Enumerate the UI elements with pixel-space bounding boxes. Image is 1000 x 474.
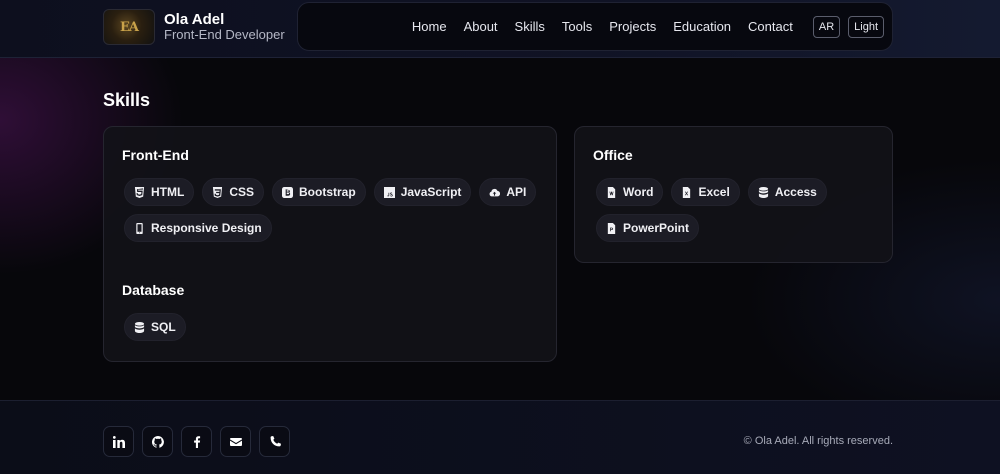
css3-icon (213, 186, 223, 198)
skill-chip-label: PowerPoint (623, 221, 690, 235)
nav-education[interactable]: Education (673, 19, 731, 34)
javascript-icon (383, 186, 395, 198)
skill-chip-label: Excel (698, 185, 730, 199)
site-header: EA Ola Adel Front-End Developer Home Abo… (0, 0, 1000, 58)
skill-chip-label: Access (774, 185, 817, 199)
language-toggle-button[interactable]: AR (812, 15, 841, 38)
phone-icon (270, 435, 281, 446)
main-nav: Home About Skills Tools Projects Educati… (297, 2, 893, 51)
nav-skills[interactable]: Skills (515, 19, 545, 34)
skills-section-title: Skills (103, 90, 151, 110)
skill-chip-label: CSS (229, 185, 255, 199)
cloud-icon (489, 188, 501, 196)
database-icon (758, 186, 768, 198)
linkedin-icon (112, 435, 125, 448)
skill-chip-word: Word (596, 178, 664, 206)
skill-chip-label: SQL (151, 320, 176, 334)
html5-icon (134, 186, 145, 198)
skill-chip-api: API (479, 178, 537, 206)
bootstrap-icon (282, 186, 294, 198)
skills-card-technical: Front-End HTML CSS Bootstrap JavaScript … (103, 126, 557, 362)
skill-chip-javascript: JavaScript (373, 178, 472, 206)
skill-chip-access: Access (747, 178, 827, 206)
social-links (103, 426, 290, 457)
skill-chip-label: Bootstrap (299, 185, 356, 199)
frontend-group-title: Front-End (122, 147, 189, 163)
database-chip-list: SQL (124, 313, 186, 341)
email-link[interactable] (220, 426, 251, 457)
phone-link[interactable] (259, 426, 290, 457)
nav-contact[interactable]: Contact (748, 19, 793, 34)
skill-chip-responsive-design: Responsive Design (124, 214, 272, 242)
nav-about[interactable]: About (464, 19, 498, 34)
brand-role: Front-End Developer (164, 27, 285, 43)
nav-home[interactable]: Home (412, 19, 447, 34)
word-file-icon (607, 186, 616, 198)
skill-chip-powerpoint: PowerPoint (596, 214, 700, 242)
skill-chip-sql: SQL (124, 313, 186, 341)
nav-projects[interactable]: Projects (609, 19, 656, 34)
database-group-title: Database (122, 282, 185, 298)
brand-name: Ola Adel (164, 10, 225, 28)
skill-chip-css: CSS (202, 178, 265, 206)
github-link[interactable] (142, 426, 173, 457)
github-icon (151, 435, 164, 448)
office-chip-list: Word Excel Access PowerPoint (596, 178, 886, 242)
skills-card-office: Office Word Excel Access PowerPoint (574, 126, 893, 263)
nav-tools[interactable]: Tools (562, 19, 592, 34)
site-footer: © Ola Adel. All rights reserved. (0, 400, 1000, 474)
database-icon (134, 321, 145, 333)
frontend-chip-list: HTML CSS Bootstrap JavaScript API Respon… (124, 178, 544, 242)
brand-logo: EA (103, 9, 155, 45)
powerpoint-file-icon (607, 222, 616, 234)
skill-chip-bootstrap: Bootstrap (272, 178, 366, 206)
email-icon (229, 437, 242, 446)
skill-chip-html: HTML (124, 178, 195, 206)
brand[interactable]: EA Ola Adel Front-End Developer (103, 8, 285, 46)
linkedin-link[interactable] (103, 426, 134, 457)
skill-chip-label: JavaScript (400, 185, 462, 199)
theme-toggle-button[interactable]: Light (848, 15, 884, 38)
excel-file-icon (683, 186, 691, 198)
skill-chip-excel: Excel (671, 178, 740, 206)
facebook-icon (193, 435, 200, 448)
skill-chip-label: Responsive Design (151, 221, 262, 235)
skill-chip-label: HTML (151, 185, 185, 199)
mobile-icon (136, 222, 143, 234)
skill-chip-label: API (506, 185, 527, 199)
skill-chip-label: Word (623, 185, 654, 199)
office-group-title: Office (593, 147, 633, 163)
copyright-text: © Ola Adel. All rights reserved. (743, 435, 893, 447)
facebook-link[interactable] (181, 426, 212, 457)
